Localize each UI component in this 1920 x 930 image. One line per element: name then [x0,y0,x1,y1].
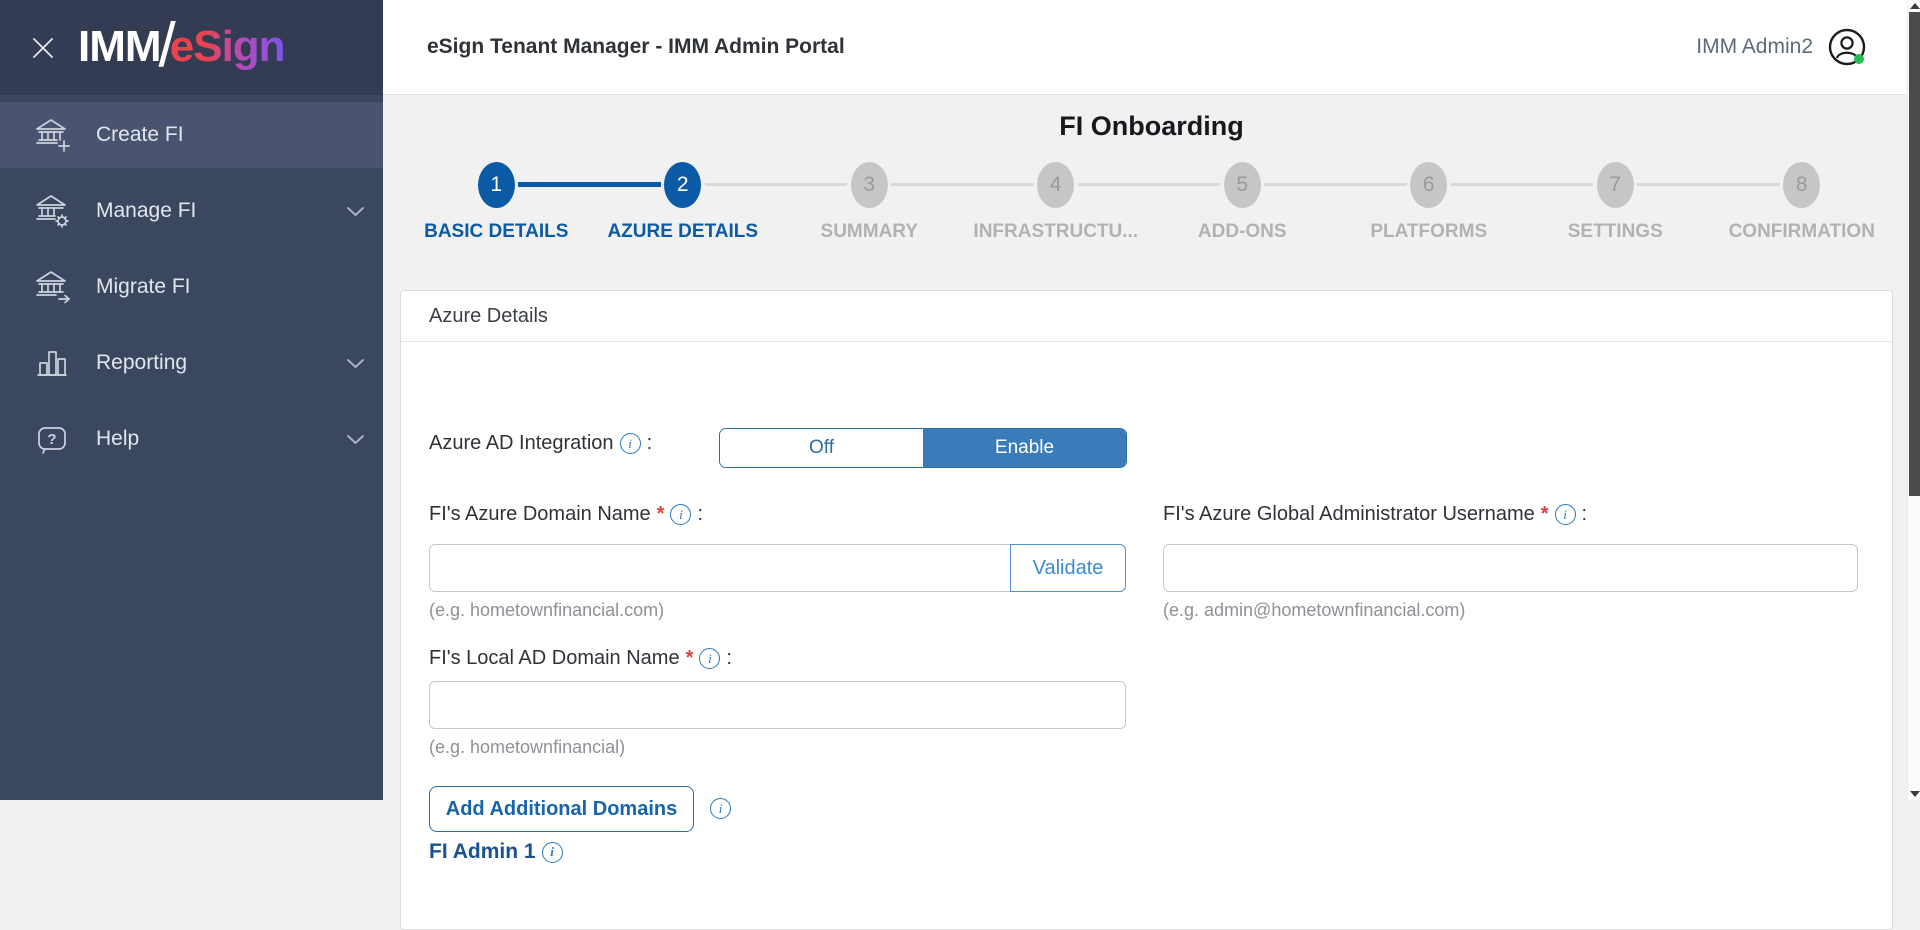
sidebar-item-create-fi[interactable]: Create FI [0,102,383,168]
sidebar-item-reporting[interactable]: Reporting [0,330,383,396]
user-name: IMM Admin2 [1696,35,1813,59]
azure-ad-toggle: Off Enable [719,428,1127,468]
page-title: FI Onboarding [383,111,1920,142]
step-confirmation[interactable]: 8 CONFIRMATION [1709,162,1896,243]
validate-button[interactable]: Validate [1010,544,1126,592]
sidebar-menu: Create FI Manage FI Migrate FI [0,102,383,472]
sidebar-item-help[interactable]: ? Help [0,406,383,472]
info-icon[interactable]: i [710,798,731,819]
fi-admin-1-label: FI Admin 1 i [429,840,563,864]
step-label: SUMMARY [776,221,963,243]
info-icon[interactable]: i [670,504,691,525]
local-ad-domain-hint: (e.g. hometownfinancial) [429,737,625,758]
step-label: BASIC DETAILS [403,221,590,243]
azure-ad-integration-label: Azure AD Integration i : [429,432,652,455]
info-icon[interactable]: i [542,842,563,863]
bar-chart-icon [33,344,71,382]
chevron-down-icon [346,434,365,445]
card-title: Azure Details [401,291,1892,342]
step-label: AZURE DETAILS [590,221,777,243]
sidebar-item-manage-fi[interactable]: Manage FI [0,178,383,244]
label-text: FI's Azure Domain Name [429,503,651,526]
label-colon: : [697,503,703,526]
sidebar-item-migrate-fi[interactable]: Migrate FI [0,254,383,320]
step-platforms[interactable]: 6 PLATFORMS [1336,162,1523,243]
local-ad-domain-input[interactable] [429,681,1126,729]
sidebar-item-label: Manage FI [96,199,196,223]
step-summary[interactable]: 3 SUMMARY [776,162,963,243]
step-number: 2 [664,162,701,208]
step-label: INFRASTRUCTU... [963,221,1150,243]
required-asterisk: * [1541,503,1549,526]
main-content: FI Onboarding 1 BASIC DETAILS 2 AZURE DE… [383,95,1920,800]
logo-slash: / [159,18,176,74]
required-asterisk: * [686,647,694,670]
app-title: eSign Tenant Manager - IMM Admin Portal [427,35,845,59]
info-icon[interactable]: i [1555,504,1576,525]
user-avatar-icon[interactable] [1826,26,1868,68]
chevron-down-icon [346,206,365,217]
step-number: 5 [1224,162,1261,208]
label-colon: : [726,647,732,670]
step-basic-details[interactable]: 1 BASIC DETAILS [403,162,590,243]
step-add-ons[interactable]: 5 ADD-ONS [1149,162,1336,243]
vertical-scrollbar [1907,0,1920,800]
azure-domain-hint: (e.g. hometownfinancial.com) [429,600,664,621]
top-header: eSign Tenant Manager - IMM Admin Portal … [383,0,1920,95]
info-icon[interactable]: i [699,648,720,669]
step-infrastructure[interactable]: 4 INFRASTRUCTU... [963,162,1150,243]
add-additional-domains-button[interactable]: Add Additional Domains [429,786,694,832]
step-settings[interactable]: 7 SETTINGS [1522,162,1709,243]
step-number: 7 [1597,162,1634,208]
label-text: FI Admin 1 [429,840,536,864]
label-text: FI's Azure Global Administrator Username [1163,503,1535,526]
step-number: 8 [1783,162,1820,208]
chevron-down-icon [346,358,365,369]
step-label: PLATFORMS [1336,221,1523,243]
label-text: FI's Local AD Domain Name [429,647,680,670]
azure-domain-label: FI's Azure Domain Name * i : [429,503,703,526]
local-ad-domain-label: FI's Local AD Domain Name * i : [429,647,732,670]
step-label: CONFIRMATION [1709,221,1896,243]
user-area: IMM Admin2 [1696,26,1868,68]
global-admin-input[interactable] [1163,544,1858,592]
bank-arrow-icon [33,268,71,306]
label-colon: : [647,432,653,455]
step-number: 3 [851,162,888,208]
sidebar-item-label: Migrate FI [96,275,191,299]
toggle-enable-option[interactable]: Enable [923,429,1126,467]
required-asterisk: * [657,503,665,526]
step-azure-details[interactable]: 2 AZURE DETAILS [590,162,777,243]
toggle-off-option[interactable]: Off [720,429,923,467]
sidebar: IMM/eSign Create FI Manage FI [0,0,383,800]
sidebar-item-label: Create FI [96,123,184,147]
scroll-down-arrow-icon[interactable] [1910,791,1920,797]
sidebar-item-label: Help [96,427,139,451]
label-text: Azure AD Integration [429,432,614,455]
sidebar-item-label: Reporting [96,351,187,375]
onboarding-stepper: 1 BASIC DETAILS 2 AZURE DETAILS 3 SUMMAR… [403,162,1895,243]
step-label: ADD-ONS [1149,221,1336,243]
azure-details-card: Azure Details Azure AD Integration i : O… [400,290,1893,930]
step-number: 4 [1037,162,1074,208]
step-label: SETTINGS [1522,221,1709,243]
azure-details-form: Azure AD Integration i : Off Enable FI's… [401,342,1892,922]
global-admin-hint: (e.g. admin@hometownfinancial.com) [1163,600,1465,621]
help-bubble-icon: ? [33,420,71,458]
logo-esign-text: eSign [170,22,285,72]
logo-imm-text: IMM [78,22,161,72]
bank-gear-icon [33,192,71,230]
step-number: 6 [1410,162,1447,208]
svg-text:?: ? [47,431,56,448]
global-admin-label: FI's Azure Global Administrator Username… [1163,503,1587,526]
imm-esign-logo: IMM/eSign [78,20,285,76]
sidebar-logo-bar: IMM/eSign [0,0,383,95]
close-icon[interactable] [30,35,56,61]
label-colon: : [1582,503,1588,526]
bank-plus-icon [33,116,71,154]
scrollbar-thumb[interactable] [1909,12,1920,496]
step-number: 1 [478,162,515,208]
info-icon[interactable]: i [620,433,641,454]
scroll-up-arrow-icon[interactable] [1910,3,1920,9]
